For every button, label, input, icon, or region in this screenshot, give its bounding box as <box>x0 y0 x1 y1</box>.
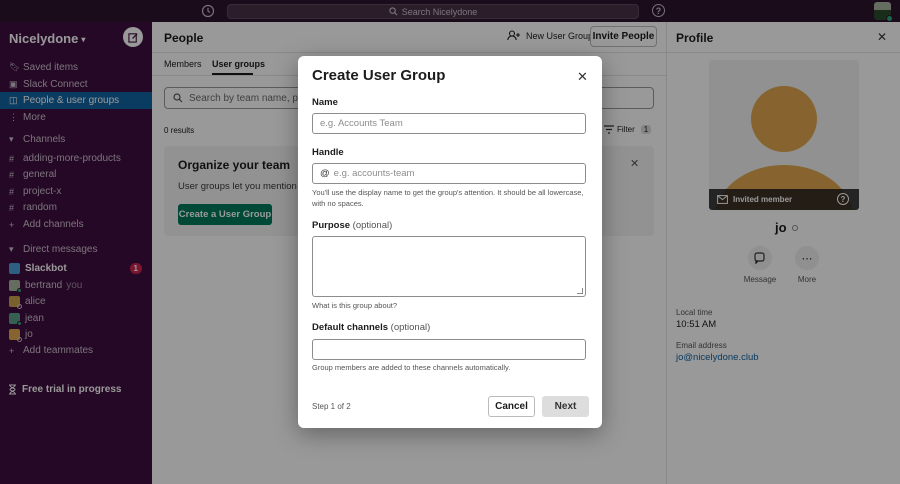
close-icon[interactable]: ✕ <box>577 69 588 85</box>
purpose-hint: What is this group about? <box>312 301 398 310</box>
name-input[interactable]: e.g. Accounts Team <box>312 113 586 134</box>
optional-label: (optional) <box>352 220 393 231</box>
purpose-label-text: Purpose <box>312 220 351 231</box>
step-indicator: Step 1 of 2 <box>312 402 351 411</box>
optional-label: (optional) <box>390 322 431 333</box>
cancel-button[interactable]: Cancel <box>488 396 535 417</box>
default-channels-label-text: Default channels <box>312 322 389 333</box>
create-user-group-dialog: Create User Group ✕ Name e.g. Accounts T… <box>298 56 602 428</box>
name-label: Name <box>312 97 338 108</box>
resize-handle-icon[interactable] <box>577 288 583 294</box>
handle-hint: You'll use the display name to get the g… <box>312 188 584 208</box>
name-placeholder: e.g. Accounts Team <box>320 118 403 129</box>
purpose-label: Purpose (optional) <box>312 220 392 231</box>
default-channels-input[interactable] <box>312 339 586 360</box>
purpose-textarea[interactable] <box>312 236 586 297</box>
dialog-title: Create User Group <box>312 67 446 84</box>
handle-label: Handle <box>312 147 344 158</box>
default-channels-hint: Group members are added to these channel… <box>312 363 511 372</box>
default-channels-label: Default channels (optional) <box>312 322 430 333</box>
next-button[interactable]: Next <box>542 396 589 417</box>
handle-placeholder: e.g. accounts-team <box>333 168 415 179</box>
handle-input[interactable]: @ e.g. accounts-team <box>312 163 586 184</box>
at-icon: @ <box>320 168 330 179</box>
